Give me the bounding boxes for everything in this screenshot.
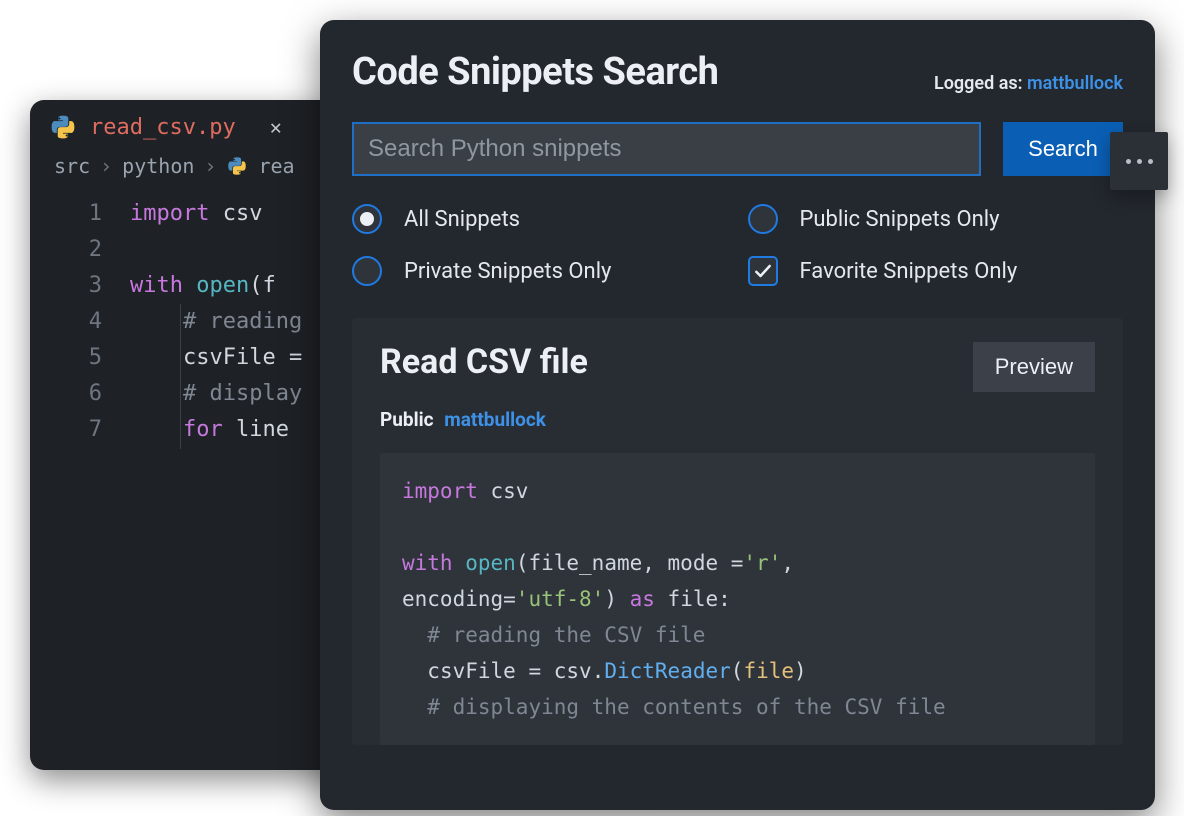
more-menu-icon[interactable] (1110, 132, 1168, 190)
search-input[interactable] (352, 122, 981, 176)
filter-label: Favorite Snippets Only (800, 259, 1018, 284)
preview-button[interactable]: Preview (973, 342, 1095, 392)
filter-label: Public Snippets Only (800, 207, 1000, 232)
filter-favorite-only[interactable]: Favorite Snippets Only (748, 256, 1124, 286)
owner-link[interactable]: mattbullock (444, 408, 546, 431)
radio-icon (352, 256, 382, 286)
page-title: Code Snippets Search (352, 50, 718, 94)
filter-label: Private Snippets Only (404, 259, 611, 284)
username-link[interactable]: mattbullock (1027, 73, 1123, 94)
visibility-badge: Public (380, 408, 434, 431)
line-gutter: 1 2 3 4 5 6 7 (30, 196, 130, 448)
radio-icon (352, 204, 382, 234)
filter-all-snippets[interactable]: All Snippets (352, 204, 728, 234)
indent-guide (180, 304, 181, 449)
filter-private-only[interactable]: Private Snippets Only (352, 256, 728, 286)
python-icon (226, 155, 248, 177)
logged-as: Logged as: mattbullock (934, 73, 1123, 94)
radio-icon (748, 204, 778, 234)
python-icon (50, 114, 76, 140)
result-title: Read CSV file (380, 342, 588, 382)
result-card: Read CSV file Preview Public mattbullock… (352, 318, 1123, 745)
chevron-right-icon: › (204, 154, 216, 178)
close-icon[interactable]: ✕ (270, 115, 282, 139)
editor-tab[interactable]: read_csv.py ✕ (50, 114, 282, 140)
tab-filename: read_csv.py (90, 115, 236, 140)
filter-label: All Snippets (404, 207, 520, 232)
chevron-right-icon: › (100, 154, 112, 178)
breadcrumb-seg[interactable]: python (122, 154, 194, 178)
breadcrumb-seg[interactable]: src (54, 154, 90, 178)
filter-group: All Snippets Public Snippets Only Privat… (352, 204, 1123, 286)
search-button[interactable]: Search (1003, 122, 1123, 176)
result-meta: Public mattbullock (380, 408, 1095, 431)
checkbox-icon (748, 256, 778, 286)
snippet-code: import csv with open(file_name, mode ='r… (380, 453, 1095, 745)
filter-public-only[interactable]: Public Snippets Only (748, 204, 1124, 234)
breadcrumb-seg: rea (258, 154, 294, 178)
search-panel: Code Snippets Search Logged as: mattbull… (320, 20, 1155, 810)
